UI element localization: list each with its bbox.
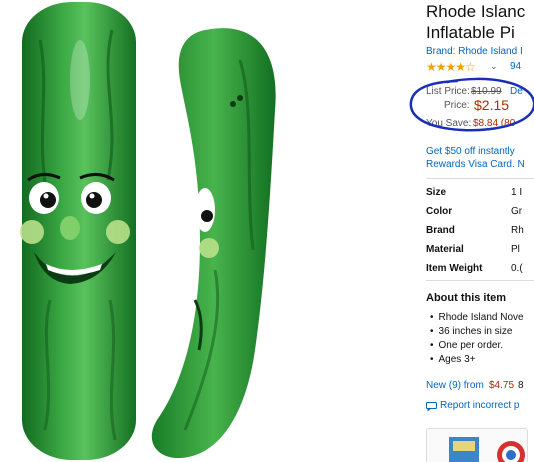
about-bullet: Rhode Island Nove: [430, 312, 524, 323]
promo-line-1[interactable]: Get $50 off instantly: [426, 146, 515, 157]
new-offers-price[interactable]: $4.75: [489, 380, 514, 391]
divider: [426, 280, 534, 281]
rating-stars[interactable]: ★★★★☆: [426, 60, 476, 74]
new-offers-link[interactable]: New (9) from: [426, 380, 484, 391]
spec-value-item-weight: 0.(: [511, 263, 523, 274]
related-product-thumbnail[interactable]: [426, 428, 528, 462]
brand-link[interactable]: Brand: Rhode Island I: [426, 46, 523, 57]
spec-key-material: Material: [426, 244, 464, 255]
pickle-front-image: [20, 2, 136, 460]
product-title-line-1[interactable]: Rhode Islanc: [426, 2, 525, 22]
product-title-line-2[interactable]: Inflatable Pi: [426, 23, 515, 43]
spec-key-brand: Brand: [426, 225, 455, 236]
spec-key-item-weight: Item Weight: [426, 263, 483, 274]
new-offers-extra: 8: [518, 380, 524, 391]
spec-value-material: Pl: [511, 244, 520, 255]
annotation-circle: [409, 77, 534, 132]
about-bullet: Ages 3+: [430, 354, 476, 365]
thumbnail-image: [449, 437, 525, 462]
screenshot-stage: Rhode Islanc Inflatable Pi Brand: Rhode …: [0, 0, 534, 462]
spec-key-color: Color: [426, 206, 453, 217]
spec-value-size: 1 I: [511, 187, 523, 198]
pickle-side-image: [151, 28, 276, 459]
chevron-down-icon[interactable]: ⌄: [490, 61, 498, 72]
promo-line-2[interactable]: Rewards Visa Card. N: [426, 159, 525, 170]
spec-value-color: Gr: [511, 206, 523, 217]
about-bullet: One per order.: [430, 340, 503, 351]
speech-bubble-icon[interactable]: [426, 402, 437, 411]
spec-key-size: Size: [426, 187, 447, 198]
about-heading: About this item: [426, 292, 507, 304]
spec-value-brand: Rh: [511, 225, 524, 236]
product-info-panel: Rhode Islanc Inflatable Pi Brand: Rhode …: [426, 0, 534, 462]
review-count-link[interactable]: 94: [510, 61, 521, 72]
divider: [426, 178, 534, 179]
about-bullet: 36 inches in size: [430, 326, 513, 337]
report-incorrect-link[interactable]: Report incorrect p: [440, 400, 519, 411]
